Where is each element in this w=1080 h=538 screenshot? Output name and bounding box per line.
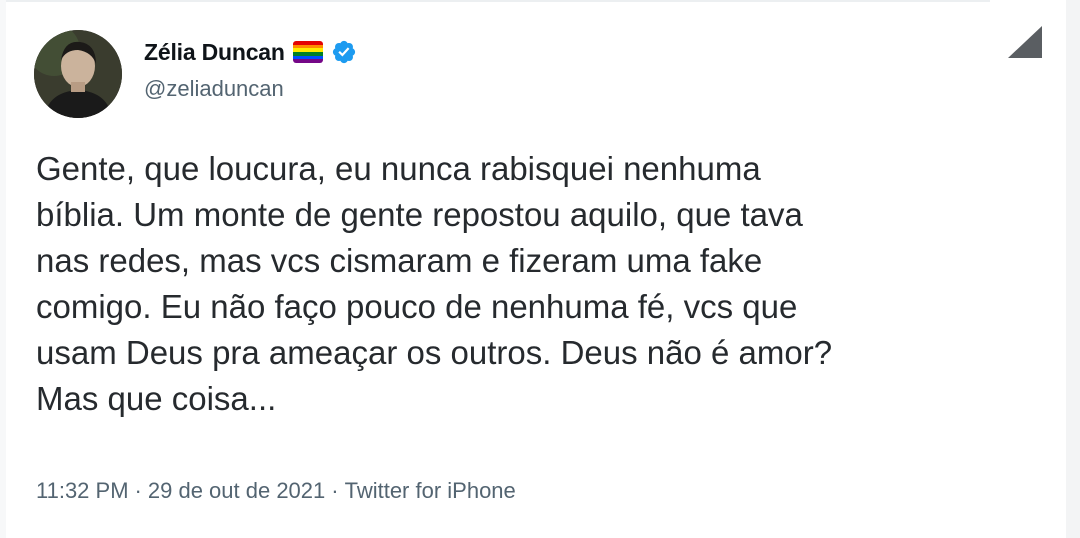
- tweet-text-line: Gente, que loucura, eu nunca rabisquei n…: [36, 150, 761, 187]
- left-border: [0, 0, 6, 538]
- meta-separator: ·: [331, 478, 339, 503]
- tweet-text-line: nas redes, mas vcs cismaram e fizeram um…: [36, 242, 763, 279]
- display-name[interactable]: Zélia Duncan: [144, 39, 285, 66]
- tweet-time[interactable]: 11:32 PM: [36, 478, 129, 503]
- tweet-text-line: comigo. Eu não faço pouco de nenhuma fé,…: [36, 288, 798, 325]
- tweet-date[interactable]: 29 de out de 2021: [148, 478, 325, 503]
- tweet-text-line: usam Deus pra ameaçar os outros. Deus nã…: [36, 334, 833, 371]
- rainbow-flag-icon: [292, 41, 323, 63]
- right-border: [1066, 0, 1080, 538]
- more-options-caret-icon[interactable]: [1006, 24, 1044, 60]
- top-border: [0, 0, 990, 2]
- author-handle[interactable]: @zeliaduncan: [144, 76, 284, 102]
- tweet-metadata: 11:32 PM · 29 de out de 2021 · Twitter for i…: [36, 478, 516, 504]
- author-name-row: Zélia Duncan: [144, 34, 357, 70]
- avatar[interactable]: [34, 30, 122, 118]
- tweet-source[interactable]: Twitter for iPhone: [345, 478, 516, 503]
- tweet-text: Gente, que loucura, eu nunca rabisquei n…: [36, 146, 1036, 422]
- tweet-card: Zélia Duncan @zeliaduncan Gente, que lou…: [0, 0, 1080, 538]
- tweet-text-line: bíblia. Um monte de gente repostou aquil…: [36, 196, 803, 233]
- verified-icon: [331, 39, 357, 65]
- tweet-text-line: Mas que coisa...: [36, 380, 277, 417]
- meta-separator: ·: [134, 478, 142, 503]
